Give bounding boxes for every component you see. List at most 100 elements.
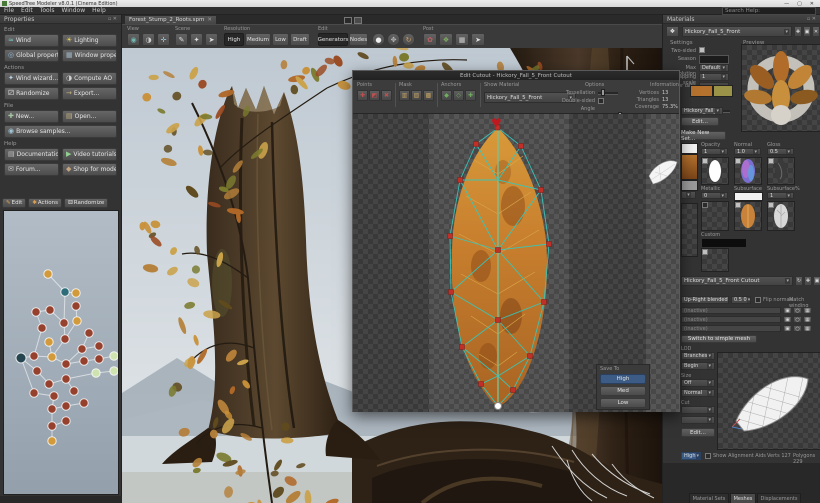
branches-select[interactable]: Branches▾ (681, 352, 715, 360)
graph-node[interactable] (78, 345, 86, 353)
graph-node[interactable] (110, 367, 118, 375)
double-sided-checkbox[interactable] (598, 98, 604, 104)
material-add-button[interactable]: ✚ (794, 26, 802, 37)
max-resolution-select[interactable]: Default▾ (699, 64, 729, 72)
wind-button[interactable]: ≈Wind (4, 34, 59, 47)
size-normal-select[interactable]: Normal▾ (681, 389, 715, 397)
graph-edit-button[interactable]: ✎Edit (2, 198, 26, 208)
edit-move-button[interactable]: ✥ (387, 33, 400, 46)
point-delete-button[interactable]: ✖ (381, 90, 392, 101)
window-properties-button[interactable]: ▦Window properties (62, 49, 117, 62)
focus-view-button[interactable]: ✛ (157, 33, 170, 46)
begin-select[interactable]: Begin▾ (681, 362, 715, 370)
map-subsurface-swatch[interactable] (734, 192, 763, 201)
graph-node[interactable] (110, 352, 118, 360)
mask-erase-button[interactable]: ▨ (411, 90, 422, 101)
tab-meshes[interactable]: Meshes (730, 493, 756, 503)
mesh-slot-1[interactable]: (inactive) (681, 307, 781, 314)
base-anchor-point[interactable] (495, 403, 502, 410)
graph-node[interactable] (61, 288, 69, 296)
season-swatch[interactable] (699, 55, 729, 64)
node-graph[interactable] (3, 210, 119, 495)
cutout-edit-button[interactable]: Edit... (681, 117, 719, 126)
graph-node[interactable] (95, 355, 103, 363)
map-normal-select[interactable]: 1.0▾ (734, 148, 761, 155)
graph-node[interactable] (62, 417, 70, 425)
graph-node[interactable] (30, 352, 38, 360)
materials-float-icon[interactable]: ▫ (807, 16, 810, 22)
slot3-edit-button[interactable]: ▦ (803, 325, 812, 332)
slot1-clear-button[interactable]: ○ (793, 307, 802, 314)
map-gloss-thumb[interactable] (767, 157, 795, 185)
graph-node[interactable] (60, 319, 68, 327)
graph-node[interactable] (85, 329, 93, 337)
compute-ao-button[interactable]: ◑Compute AO (62, 72, 117, 85)
video-tutorials-button[interactable]: ▶Video tutorials... (62, 148, 117, 161)
materials-close-icon[interactable]: ✕ (812, 16, 816, 22)
camera-view-button[interactable]: ◉ (127, 33, 140, 46)
graph-node[interactable] (72, 289, 80, 297)
anchor-delete-button[interactable]: ✚ (465, 90, 476, 101)
open-button[interactable]: ▤Open... (62, 110, 117, 123)
cutout-canvas[interactable]: ♥ Save To High Med Low (353, 114, 679, 412)
material-leaf-button[interactable]: ❖ (666, 26, 679, 37)
graph-node[interactable] (50, 392, 58, 400)
graph-node[interactable] (38, 324, 46, 332)
graph-actions-button[interactable]: ✱Actions (28, 198, 62, 208)
color-thumb-texture[interactable] (681, 154, 698, 180)
graph-node[interactable] (16, 353, 26, 363)
two-sided-checkbox[interactable] (699, 47, 705, 53)
menu-edit[interactable]: Edit (21, 7, 33, 14)
switch-simple-mesh-button[interactable]: Switch to simple mesh (681, 335, 757, 343)
menu-file[interactable]: File (4, 7, 14, 14)
slot3-clear-button[interactable]: ○ (793, 325, 802, 332)
slot1-browse-button[interactable]: ▣ (783, 307, 792, 314)
point-add-button[interactable]: ✚ (357, 90, 368, 101)
shop-models-button[interactable]: ◆Shop for models... (62, 163, 117, 176)
mask-paint-button[interactable]: ▥ (399, 90, 410, 101)
color-swatch-secondary[interactable] (713, 85, 733, 97)
layout-float-icon[interactable] (354, 17, 362, 24)
generators-button[interactable]: Generators (318, 33, 348, 46)
save-high-button[interactable]: High (600, 374, 646, 384)
unwrapping-scale-select[interactable]: 1▾ (699, 73, 729, 81)
viewport-tab[interactable]: Forest_Stump_2_Roots.spm ✕ (124, 15, 217, 24)
forum-button[interactable]: ✉Forum... (4, 163, 59, 176)
graph-node[interactable] (62, 402, 70, 410)
map-subsurface-pct-select[interactable]: 1▾ (767, 192, 794, 199)
mesh-quality-select[interactable]: High▾ (681, 452, 701, 460)
anchor-move-button[interactable]: ◇ (453, 90, 464, 101)
graph-node[interactable] (48, 353, 56, 361)
map-subsurface-pct-thumb[interactable] (767, 201, 795, 231)
slot1-edit-button[interactable]: ▦ (803, 307, 812, 314)
graph-node[interactable] (44, 270, 52, 278)
slot3-browse-button[interactable]: ▣ (783, 325, 792, 332)
save-med-button[interactable]: Med (600, 386, 646, 396)
material-select[interactable]: Hickory_Fall_5_Front▾ (682, 26, 792, 37)
edit-rotate-button[interactable]: ↻ (402, 33, 415, 46)
global-properties-button[interactable]: ◎Global properties (4, 49, 59, 62)
tab-displacements[interactable]: Displacements (757, 493, 801, 503)
lighting-button[interactable]: ☀Lighting (62, 34, 117, 47)
scene-target-button[interactable]: ✦ (190, 33, 203, 46)
resolution-draft-button[interactable]: Draft (290, 33, 310, 46)
export-button[interactable]: →Export... (62, 87, 117, 100)
graph-node[interactable] (62, 360, 70, 368)
point-move-button[interactable]: ◩ (369, 90, 380, 101)
scene-edit-button[interactable]: ✎ (175, 33, 188, 46)
map-opacity-select[interactable]: 1▾ (701, 148, 728, 155)
menu-tools[interactable]: Tools (40, 7, 55, 14)
post-screen-button[interactable]: ▦ (455, 33, 469, 46)
graph-node[interactable] (80, 399, 88, 407)
slot2-clear-button[interactable]: ○ (793, 316, 802, 323)
menu-window[interactable]: Window (61, 7, 85, 14)
randomize-button[interactable]: ⚂Randomize (4, 87, 59, 100)
layout-split-icon[interactable] (344, 17, 352, 24)
mask-fill-button[interactable]: ▩ (423, 90, 434, 101)
custom-thumb[interactable] (701, 248, 729, 272)
graph-node[interactable] (95, 342, 103, 350)
cutout-add-button[interactable]: ✚ (804, 276, 812, 286)
slot2-browse-button[interactable]: ▣ (783, 316, 792, 323)
anchor-heart-icon[interactable]: ♥ (491, 116, 502, 130)
map-opacity-thumb[interactable] (701, 157, 729, 185)
